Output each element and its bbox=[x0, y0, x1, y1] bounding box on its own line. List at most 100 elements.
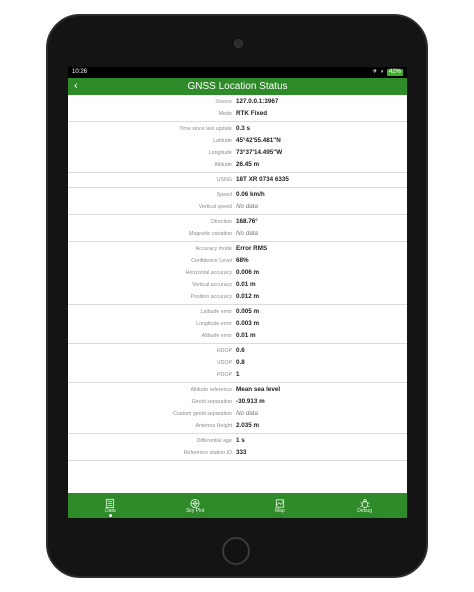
status-label: Time since last update bbox=[179, 126, 232, 132]
status-group: USNG 18T XR 0734 6335 bbox=[68, 173, 407, 188]
status-label: Altitude reference bbox=[190, 387, 232, 393]
status-bar: 10:26 ✈ ◗ 42% bbox=[68, 67, 407, 78]
status-value: 0.005 m bbox=[236, 308, 260, 315]
status-row: Vertical speed No data bbox=[68, 201, 407, 213]
status-value: 45°42'55.481"N bbox=[236, 137, 281, 144]
status-row: Latitude 45°42'55.481"N bbox=[68, 135, 407, 147]
status-value: 168.76° bbox=[236, 218, 258, 225]
compass-icon bbox=[190, 496, 201, 509]
tab-label: Debug bbox=[357, 508, 372, 514]
status-value: 0.06 km/h bbox=[236, 191, 265, 198]
status-row: Reference station ID 333 bbox=[68, 447, 407, 459]
tab-sky-plot[interactable]: Sky Plot bbox=[153, 493, 238, 518]
airplane-icon: ✈ bbox=[372, 69, 378, 75]
status-label: Custom geoid separation bbox=[173, 411, 232, 417]
status-row: Custom geoid separation No data bbox=[68, 408, 407, 420]
status-row: Speed 0.06 km/h bbox=[68, 189, 407, 201]
status-group: Source 127.0.0.1:3967 Mode RTK Fixed bbox=[68, 95, 407, 122]
status-label: Confidence Level bbox=[191, 258, 232, 264]
status-value: 73°37'14.495"W bbox=[236, 149, 283, 156]
status-row: Time since last update 0.3 s bbox=[68, 123, 407, 135]
status-value: 18T XR 0734 6335 bbox=[236, 176, 289, 183]
status-row: Antenna Height 2.035 m bbox=[68, 420, 407, 432]
tab-label: Map bbox=[275, 508, 285, 514]
status-value: No data bbox=[236, 203, 259, 210]
status-label: PDOP bbox=[216, 372, 232, 378]
status-label: Longitude bbox=[208, 150, 232, 156]
status-group: Differential age 1 s Reference station ID 3… bbox=[68, 434, 407, 461]
status-row: Altitude 26.45 m bbox=[68, 159, 407, 171]
status-group: Altitude reference Mean sea level Geoid se… bbox=[68, 383, 407, 434]
status-value: Mean sea level bbox=[236, 386, 281, 393]
status-label: Altitude bbox=[214, 162, 232, 168]
status-label: Accuracy mode bbox=[195, 246, 232, 252]
status-row: Direction 168.76° bbox=[68, 216, 407, 228]
status-group: Direction 168.76° Magnetic variation No dat… bbox=[68, 215, 407, 242]
status-label: Horizontal accuracy bbox=[185, 270, 232, 276]
status-value: 2.035 m bbox=[236, 422, 260, 429]
status-label: Source bbox=[215, 99, 232, 105]
tab-data[interactable]: Data bbox=[68, 493, 153, 518]
status-label: Altitude error bbox=[201, 333, 232, 339]
status-label: HDOP bbox=[216, 348, 232, 354]
battery-indicator: 42% bbox=[386, 69, 403, 76]
status-value: RTK Fixed bbox=[236, 110, 268, 117]
status-icons: ✈ ◗ 42% bbox=[372, 69, 403, 76]
status-group: Accuracy mode Error RMS Confidence Level 68… bbox=[68, 242, 407, 305]
status-value: 1 bbox=[236, 371, 240, 378]
wifi-icon: ◗ bbox=[380, 69, 384, 75]
tab-map[interactable]: Map bbox=[238, 493, 323, 518]
status-label: Magnetic variation bbox=[189, 231, 232, 237]
status-label: VDOP bbox=[216, 360, 232, 366]
screen: 10:26 ✈ ◗ 42% ‹ GNSS Location Status Sou… bbox=[68, 67, 407, 518]
status-label: USNG bbox=[216, 177, 232, 183]
status-label: Latitude error bbox=[200, 309, 232, 315]
status-value: 0.8 bbox=[236, 359, 245, 366]
status-label: Mode bbox=[218, 111, 232, 117]
status-row: Longitude error 0.003 m bbox=[68, 318, 407, 330]
status-value: 26.45 m bbox=[236, 161, 260, 168]
status-value: -30.913 m bbox=[236, 398, 265, 405]
status-label: Position accuracy bbox=[190, 294, 232, 300]
list-icon bbox=[105, 496, 116, 509]
status-value: 0.012 m bbox=[236, 293, 260, 300]
page-title: GNSS Location Status bbox=[187, 81, 288, 92]
status-row: VDOP 0.8 bbox=[68, 357, 407, 369]
tab-bar: Data Sky Plot Map Debug bbox=[68, 493, 407, 518]
status-group: Speed 0.06 km/h Vertical speed No data bbox=[68, 188, 407, 215]
status-row: Latitude error 0.005 m bbox=[68, 306, 407, 318]
status-row: Magnetic variation No data bbox=[68, 228, 407, 240]
status-row: USNG 18T XR 0734 6335 bbox=[68, 174, 407, 186]
status-row: Altitude error 0.01 m bbox=[68, 330, 407, 342]
status-label: Speed bbox=[216, 192, 232, 198]
home-button[interactable] bbox=[222, 537, 250, 565]
status-row: Position accuracy 0.012 m bbox=[68, 291, 407, 303]
status-row: Accuracy mode Error RMS bbox=[68, 243, 407, 255]
status-row: Confidence Level 68% bbox=[68, 255, 407, 267]
status-group: HDOP 0.6 VDOP 0.8 PDOP 1 bbox=[68, 344, 407, 383]
status-label: Reference station ID bbox=[183, 450, 232, 456]
status-time: 10:26 bbox=[72, 69, 88, 75]
status-row: Vertical accuracy 0.01 m bbox=[68, 279, 407, 291]
status-label: Longitude error bbox=[196, 321, 232, 327]
map-icon bbox=[274, 496, 285, 508]
status-row: PDOP 1 bbox=[68, 369, 407, 381]
status-value: No data bbox=[236, 410, 259, 417]
status-value: 0.006 m bbox=[236, 269, 260, 276]
status-value: Error RMS bbox=[236, 245, 268, 252]
status-value: 0.01 m bbox=[236, 332, 256, 339]
status-value: 1 s bbox=[236, 437, 245, 444]
status-list: Source 127.0.0.1:3967 Mode RTK Fixed Time si… bbox=[68, 95, 407, 493]
status-row: Source 127.0.0.1:3967 bbox=[68, 96, 407, 108]
status-group: Time since last update 0.3 s Latitude 45°42… bbox=[68, 122, 407, 173]
tab-debug[interactable]: Debug bbox=[322, 493, 407, 518]
status-row: HDOP 0.6 bbox=[68, 345, 407, 357]
status-label: Geoid separation bbox=[191, 399, 232, 405]
status-label: Vertical speed bbox=[198, 204, 232, 210]
status-value: 0.3 s bbox=[236, 125, 251, 132]
status-value: No data bbox=[236, 230, 259, 237]
status-value: 68% bbox=[236, 257, 249, 264]
status-value: 127.0.0.1:3967 bbox=[236, 98, 279, 105]
status-row: Mode RTK Fixed bbox=[68, 108, 407, 120]
status-row: Altitude reference Mean sea level bbox=[68, 384, 407, 396]
